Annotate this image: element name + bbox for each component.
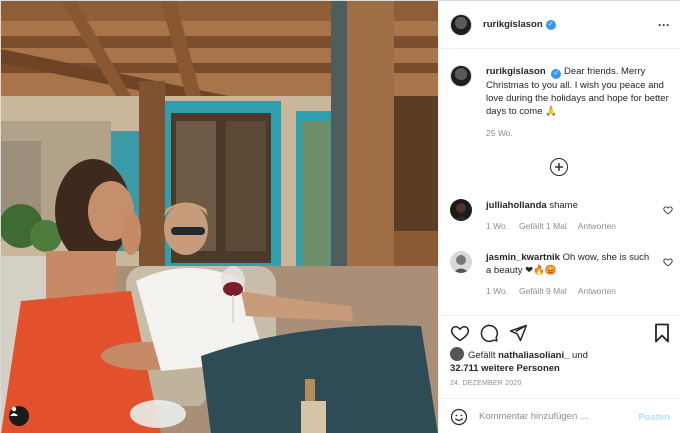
- author-username[interactable]: rurikgislason: [483, 19, 543, 30]
- divider: [439, 315, 680, 316]
- comment-item: jasmin_kwartnik Oh wow, she is such a be…: [450, 251, 675, 296]
- comment-author[interactable]: julliahollanda: [486, 200, 547, 211]
- likes-summary: Gefällt nathaliasoliani_ und 32.711 weit…: [450, 347, 675, 375]
- likes-connector: und: [572, 350, 588, 361]
- comment-meta: 1 Wo. Gefällt 9 Mal Antworten: [486, 286, 675, 296]
- heart-icon[interactable]: [450, 323, 470, 343]
- comment-body: shame: [549, 200, 578, 211]
- add-comment-bar: Posten: [439, 398, 680, 433]
- comment-time[interactable]: 1 Wo.: [486, 286, 508, 296]
- caption-author[interactable]: rurikgislason: [486, 66, 546, 77]
- caption-time[interactable]: 25 Wo.: [486, 128, 675, 138]
- post-date[interactable]: 24. DEZEMBER 2020: [450, 380, 522, 387]
- photo-illustration: [1, 1, 438, 433]
- bookmark-icon[interactable]: [654, 323, 670, 343]
- caption-avatar[interactable]: [450, 65, 472, 87]
- action-icons: [450, 323, 528, 343]
- author-avatar[interactable]: [450, 13, 472, 36]
- post-side-panel: rurikgislason ✓ ··· rurikgislason ✓ Dear…: [438, 1, 680, 433]
- post-header: rurikgislason ✓ ···: [439, 1, 680, 49]
- more-icon[interactable]: ···: [658, 18, 670, 32]
- reply-button[interactable]: Antworten: [578, 286, 616, 296]
- verified-icon: ✓: [545, 19, 556, 30]
- share-icon[interactable]: [508, 323, 528, 343]
- caption: rurikgislason ✓ Dear friends. Merry Chri…: [450, 65, 675, 138]
- comment-meta: 1 Wo. Gefällt 1 Mal Antworten: [486, 221, 675, 231]
- heart-icon[interactable]: [663, 205, 673, 215]
- likes-count[interactable]: 32.711 weitere Personen: [450, 363, 560, 374]
- post-photo[interactable]: [1, 1, 438, 433]
- instagram-post-modal: rurikgislason ✓ ··· rurikgislason ✓ Dear…: [0, 0, 680, 433]
- comment-author[interactable]: jasmin_kwartnik: [486, 252, 560, 263]
- caption-text: rurikgislason ✓ Dear friends. Merry Chri…: [486, 65, 675, 118]
- liker-username[interactable]: nathaliasoliani_: [498, 350, 569, 361]
- comment-avatar[interactable]: [450, 199, 472, 221]
- comment-likes[interactable]: Gefällt 9 Mal: [519, 286, 567, 296]
- comment-text: jasmin_kwartnik Oh wow, she is such a be…: [486, 251, 651, 277]
- verified-icon: ✓: [551, 69, 562, 79]
- reply-button[interactable]: Antworten: [578, 221, 616, 231]
- comment-item: julliahollanda shame 1 Wo. Gefällt 1 Mal…: [450, 199, 675, 231]
- likes-prefix: Gefällt: [468, 350, 496, 361]
- comment-time[interactable]: 1 Wo.: [486, 221, 508, 231]
- load-more-icon[interactable]: [550, 158, 568, 176]
- comment-input[interactable]: [479, 411, 629, 422]
- user-tag-icon[interactable]: [9, 406, 29, 426]
- liker-avatar: [450, 347, 464, 361]
- emoji-icon[interactable]: [450, 408, 468, 426]
- post-button[interactable]: Posten: [638, 412, 670, 423]
- comment-text: julliahollanda shame: [486, 199, 651, 212]
- heart-icon[interactable]: [663, 257, 673, 267]
- comment-avatar[interactable]: [450, 251, 472, 273]
- comment-likes[interactable]: Gefällt 1 Mal: [519, 221, 567, 231]
- comment-icon[interactable]: [479, 323, 499, 343]
